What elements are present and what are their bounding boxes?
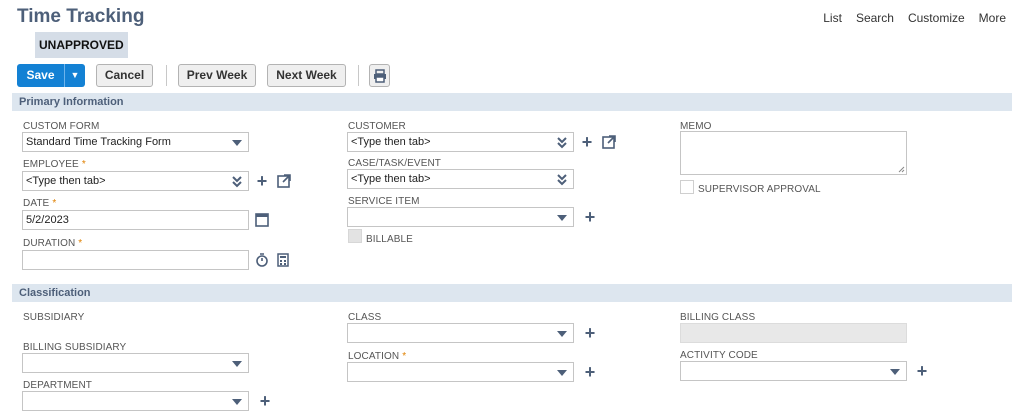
- required-asterisk: *: [402, 351, 407, 362]
- activity-code-select[interactable]: [680, 361, 907, 381]
- save-button[interactable]: Save ▼: [17, 64, 85, 87]
- add-department-icon[interactable]: +: [258, 392, 272, 410]
- toolbar-divider: [166, 65, 167, 86]
- date-field[interactable]: 5/2/2023: [22, 210, 249, 230]
- employee-value: <Type then tab>: [26, 175, 106, 187]
- customer-field[interactable]: <Type then tab>: [347, 132, 574, 152]
- add-class-icon[interactable]: +: [583, 324, 597, 342]
- class-select[interactable]: [347, 323, 574, 343]
- status-badge: UNAPPROVED: [35, 32, 128, 58]
- print-button[interactable]: [369, 64, 390, 87]
- stopwatch-icon[interactable]: [255, 253, 269, 267]
- custom-form-select[interactable]: Standard Time Tracking Form: [22, 132, 249, 152]
- class-label: CLASS: [348, 312, 382, 323]
- custom-form-label: CUSTOM FORM: [23, 121, 100, 132]
- chevron-down-icon: [890, 369, 900, 375]
- required-asterisk: *: [78, 238, 83, 249]
- service-item-label: SERVICE ITEM: [348, 196, 420, 207]
- date-label: DATE *: [23, 198, 57, 209]
- nav-list-link[interactable]: List: [823, 11, 842, 25]
- duration-label: DURATION *: [23, 238, 83, 249]
- next-week-button[interactable]: Next Week: [267, 64, 346, 87]
- department-label: DEPARTMENT: [23, 380, 92, 391]
- custom-form-value: Standard Time Tracking Form: [26, 136, 171, 148]
- cancel-button[interactable]: Cancel: [96, 64, 153, 87]
- chevron-down-icon: [557, 215, 567, 221]
- required-asterisk: *: [81, 159, 86, 170]
- supervisor-approval-label: SUPERVISOR APPROVAL: [698, 184, 821, 195]
- memo-textarea[interactable]: [680, 131, 907, 175]
- case-task-event-field[interactable]: <Type then tab>: [347, 169, 574, 189]
- case-task-event-label: CASE/TASK/EVENT: [348, 158, 442, 169]
- customer-value: <Type then tab>: [351, 136, 431, 148]
- billing-class-field: [680, 323, 907, 343]
- billable-checkbox[interactable]: [348, 229, 362, 243]
- section-primary-information: Primary Information: [12, 93, 1012, 111]
- case-task-event-value: <Type then tab>: [351, 173, 431, 185]
- add-location-icon[interactable]: +: [583, 363, 597, 381]
- double-chevron-down-icon: [557, 137, 567, 149]
- open-customer-icon[interactable]: [602, 135, 616, 149]
- chevron-down-icon: [232, 140, 242, 146]
- chevron-down-icon: [232, 399, 242, 405]
- department-select[interactable]: [22, 391, 249, 411]
- employee-label: EMPLOYEE *: [23, 159, 86, 170]
- chevron-down-icon: [232, 361, 242, 367]
- top-nav: List Search Customize More: [823, 11, 1006, 25]
- subsidiary-label: SUBSIDIARY: [23, 312, 85, 323]
- toolbar-divider: [358, 65, 359, 86]
- open-employee-icon[interactable]: [277, 174, 291, 188]
- save-button-label: Save: [26, 68, 55, 82]
- calendar-icon[interactable]: [255, 213, 269, 227]
- calculator-icon[interactable]: [277, 253, 289, 267]
- resize-handle-icon[interactable]: [898, 166, 905, 173]
- chevron-down-icon: [557, 331, 567, 337]
- double-chevron-down-icon: [232, 176, 242, 188]
- service-item-select[interactable]: [347, 207, 574, 227]
- billable-label: BILLABLE: [366, 234, 413, 245]
- add-customer-icon[interactable]: +: [580, 133, 594, 151]
- nav-customize-link[interactable]: Customize: [908, 11, 965, 25]
- section-classification: Classification: [12, 284, 1012, 302]
- date-value: 5/2/2023: [26, 214, 69, 226]
- prev-week-button[interactable]: Prev Week: [178, 64, 256, 87]
- add-service-item-icon[interactable]: +: [583, 208, 597, 226]
- required-asterisk: *: [52, 198, 57, 209]
- employee-field[interactable]: <Type then tab>: [22, 171, 249, 191]
- billing-subsidiary-label: BILLING SUBSIDIARY: [23, 342, 127, 353]
- location-label: LOCATION *: [348, 351, 407, 362]
- customer-label: CUSTOMER: [348, 121, 406, 132]
- page-title: Time Tracking: [17, 6, 145, 27]
- double-chevron-down-icon: [557, 174, 567, 186]
- nav-more-link[interactable]: More: [979, 11, 1006, 25]
- billing-subsidiary-select[interactable]: [22, 353, 249, 373]
- nav-search-link[interactable]: Search: [856, 11, 894, 25]
- chevron-down-icon: [557, 370, 567, 376]
- save-dropdown-icon[interactable]: ▼: [64, 64, 85, 87]
- add-employee-icon[interactable]: +: [255, 172, 269, 190]
- activity-code-label: ACTIVITY CODE: [680, 350, 758, 361]
- supervisor-approval-checkbox[interactable]: [680, 180, 694, 194]
- toolbar: Save ▼ Cancel Prev Week Next Week: [17, 64, 1007, 88]
- printer-icon: [373, 68, 386, 83]
- billing-class-label: BILLING CLASS: [680, 312, 756, 323]
- add-activity-code-icon[interactable]: +: [915, 362, 929, 380]
- duration-field[interactable]: [22, 250, 249, 270]
- location-select[interactable]: [347, 362, 574, 382]
